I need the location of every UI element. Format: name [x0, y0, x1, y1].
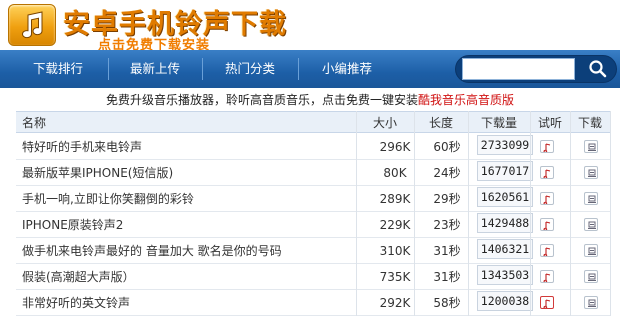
- promo-line: 免费升级音乐播放器，聆听高音质音乐，点击免费一键安装酷我音乐高音质版: [0, 90, 620, 110]
- listen-button[interactable]: [540, 192, 554, 205]
- download-icon: [588, 169, 596, 177]
- col-header-length: 长度: [428, 116, 453, 130]
- ringtone-download-count: 1406321: [477, 239, 533, 259]
- nav-item-hot-categories[interactable]: 热门分类: [202, 50, 298, 88]
- music-note-icon: [22, 11, 43, 39]
- column-divider: [530, 111, 531, 316]
- listen-button[interactable]: [540, 166, 554, 179]
- nav-item-editor-picks[interactable]: 小编推荐: [298, 50, 396, 88]
- listen-button[interactable]: [540, 244, 554, 257]
- ringtone-name-link[interactable]: 非常好听的英文铃声: [22, 290, 352, 316]
- ringtone-name-link[interactable]: IPHONE原装铃声2: [22, 212, 352, 238]
- ringtone-size: 289K: [379, 192, 411, 206]
- download-button[interactable]: [584, 192, 598, 205]
- ringtone-size: 310K: [379, 244, 411, 258]
- promo-text: 免费升级音乐播放器，聆听高音质音乐，点击免费一键安装: [105, 93, 418, 107]
- table-row: 最新版苹果IPHONE(短信版) 80K 24秒 1677017: [16, 160, 610, 186]
- ringtone-download-count: 1677017: [477, 161, 533, 181]
- download-icon: [588, 247, 596, 255]
- ringtone-download-count: 1429488: [477, 213, 533, 233]
- download-button[interactable]: [584, 270, 598, 283]
- download-button[interactable]: [584, 140, 598, 153]
- table-row: 做手机来电铃声最好的 音量加大 歌名是你的号码 310K 31秒 1406321: [16, 238, 610, 264]
- ringtone-download-count: 1343503: [477, 265, 533, 285]
- play-icon: [543, 169, 551, 178]
- download-icon: [588, 221, 596, 229]
- play-icon: [543, 221, 551, 230]
- ringtone-name-link[interactable]: 特好听的手机来电铃声: [22, 134, 352, 160]
- col-header-download: 下载: [577, 116, 602, 130]
- promo-link[interactable]: 酷我音乐高音质版: [418, 93, 514, 107]
- column-divider: [468, 111, 469, 316]
- ringtone-name-link[interactable]: 最新版苹果IPHONE(短信版): [22, 160, 352, 186]
- play-icon: [543, 247, 551, 256]
- ringtone-download-count: 2733099: [477, 135, 533, 155]
- listen-button[interactable]: [540, 218, 554, 231]
- ringtone-name-link[interactable]: 做手机来电铃声最好的 音量加大 歌名是你的号码: [22, 238, 352, 264]
- col-header-name: 名称: [22, 116, 47, 130]
- ringtone-size: 229K: [379, 218, 411, 232]
- download-button[interactable]: [584, 244, 598, 257]
- ringtone-name-link[interactable]: 手机一响,立即让你笑翻倒的彩铃: [22, 186, 352, 212]
- site-header: 安卓手机铃声下载 点击免费下载安装: [0, 0, 620, 53]
- ringtone-download-count: 1620561: [477, 187, 533, 207]
- search-icon: [589, 60, 607, 78]
- listen-button[interactable]: [540, 270, 554, 283]
- table-row: 非常好听的英文铃声 292K 58秒 1200038: [16, 290, 610, 316]
- listen-button[interactable]: [540, 140, 554, 153]
- ringtone-size: 735K: [379, 270, 411, 284]
- logo[interactable]: [8, 4, 56, 46]
- search-button[interactable]: [586, 58, 610, 80]
- download-icon: [588, 273, 596, 281]
- ringtone-download-count: 1200038: [477, 291, 533, 311]
- download-icon: [588, 195, 596, 203]
- nav-item-latest-upload[interactable]: 最新上传: [108, 50, 202, 88]
- column-divider: [570, 111, 571, 316]
- column-divider: [414, 111, 415, 316]
- table-row: 假装(高潮超大声版） 735K 31秒 1343503: [16, 264, 610, 290]
- download-button[interactable]: [584, 166, 598, 179]
- table-row: 特好听的手机来电铃声 296K 60秒 2733099: [16, 134, 610, 160]
- download-icon: [588, 143, 596, 151]
- ringtone-size: 296K: [379, 140, 411, 154]
- play-icon: [543, 143, 551, 152]
- col-header-downloads: 下载量: [480, 116, 517, 130]
- search-input[interactable]: [462, 58, 575, 80]
- ringtone-size: 80K: [383, 166, 407, 180]
- play-icon: [543, 195, 551, 204]
- column-divider: [610, 111, 611, 316]
- col-header-size: 大小: [372, 116, 397, 130]
- column-divider: [356, 111, 357, 316]
- play-icon: [543, 299, 551, 308]
- table-row: IPHONE原装铃声2 229K 23秒 1429488: [16, 212, 610, 238]
- col-header-listen: 试听: [537, 116, 562, 130]
- listen-button[interactable]: [540, 296, 554, 309]
- table-header: 名称 大小 长度 下载量 试听 下载: [16, 111, 610, 133]
- download-button[interactable]: [584, 218, 598, 231]
- download-button[interactable]: [584, 296, 598, 309]
- ringtone-size: 292K: [379, 296, 411, 310]
- table-row: 手机一响,立即让你笑翻倒的彩铃 289K 29秒 1620561: [16, 186, 610, 212]
- ringtone-name-link[interactable]: 假装(高潮超大声版）: [22, 264, 352, 290]
- nav-item-download-ranking[interactable]: 下载排行: [8, 50, 108, 88]
- download-icon: [588, 299, 596, 307]
- play-icon: [543, 273, 551, 282]
